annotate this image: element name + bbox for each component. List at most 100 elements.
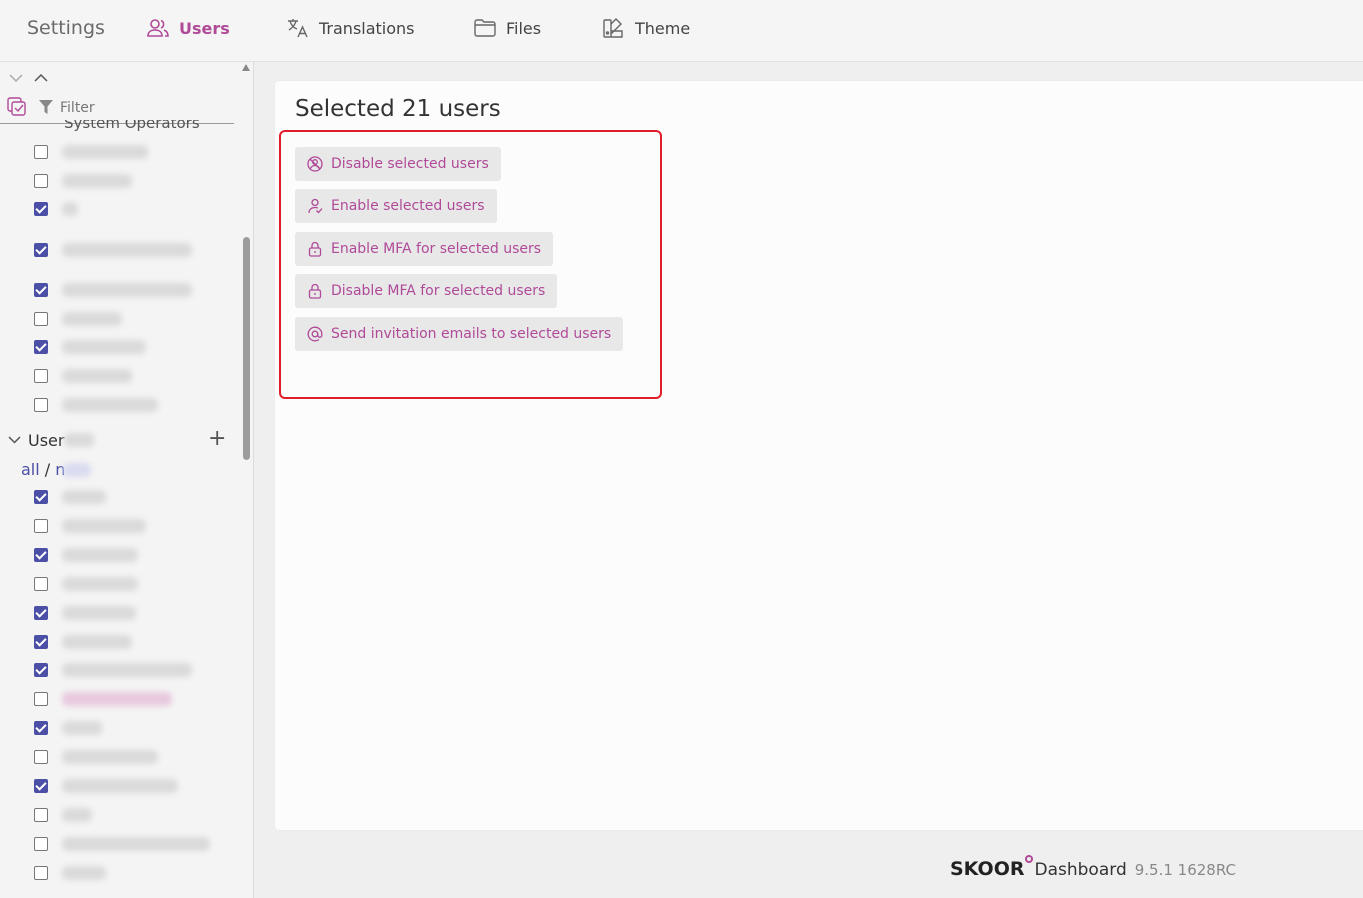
user-checkbox[interactable] (34, 808, 48, 822)
group-checkbox[interactable] (34, 283, 48, 297)
tab-files-label: Files (506, 18, 542, 38)
blurred-group-name (62, 312, 122, 326)
page-title: Settings (27, 17, 105, 39)
version-label: 9.5.1 1628RC (1134, 861, 1236, 879)
user-disable-icon (307, 156, 323, 172)
tab-files[interactable]: Files (474, 0, 541, 56)
user-checkbox[interactable] (34, 635, 48, 649)
disable-mfa-label: Disable MFA for selected users (331, 283, 546, 299)
blurred-user-name (62, 663, 192, 677)
user-checkbox[interactable] (34, 721, 48, 735)
blurred-user-name (62, 490, 106, 504)
filter-input[interactable] (60, 97, 230, 119)
blurred-user-name (62, 721, 102, 735)
select-all-icon[interactable] (7, 97, 27, 117)
folder-icon (474, 19, 496, 37)
tab-users-label: Users (179, 18, 230, 38)
blurred-user-name (62, 606, 136, 620)
brand-logo: SKOOR (950, 855, 1033, 880)
enable-selected-users-button[interactable]: Enable selected users (295, 189, 497, 223)
blurred-user-name (62, 866, 106, 880)
disable-selected-users-button[interactable]: Disable selected users (295, 147, 501, 181)
chevron-down-icon[interactable] (9, 74, 23, 83)
tab-users[interactable]: Users (147, 0, 230, 56)
blurred-group-name (62, 340, 146, 354)
blurred-group-name (62, 202, 78, 216)
user-checkbox[interactable] (34, 866, 48, 880)
blurred-group-name (62, 283, 192, 297)
user-checkbox[interactable] (34, 519, 48, 533)
send-invitation-label: Send invitation emails to selected users (331, 326, 612, 342)
sidebar: System Operators User + all / n (0, 62, 254, 898)
chevron-up-icon[interactable] (34, 73, 48, 82)
user-group-label: User (28, 431, 65, 450)
group-checkbox[interactable] (34, 340, 48, 354)
all-filter-link[interactable]: all / n (21, 460, 91, 479)
product-name: Dashboard (1034, 860, 1127, 880)
blurred-user-name (62, 635, 132, 649)
blurred-user-name (62, 577, 138, 591)
user-checkbox[interactable] (34, 577, 48, 591)
tab-translations-label: Translations (319, 18, 415, 38)
send-invitation-button[interactable]: Send invitation emails to selected users (295, 317, 624, 351)
blurred-group-name (62, 398, 158, 412)
translate-icon (288, 19, 308, 38)
group-checkbox[interactable] (34, 243, 48, 257)
user-checkbox[interactable] (34, 606, 48, 620)
user-checkbox[interactable] (34, 490, 48, 504)
blurred-count (64, 433, 94, 447)
lock-icon (308, 283, 322, 299)
at-icon (307, 326, 323, 342)
selection-title: Selected 21 users (295, 96, 501, 122)
blurred-user-name (62, 808, 92, 822)
group-checkbox[interactable] (34, 398, 48, 412)
user-checkbox[interactable] (34, 837, 48, 851)
scrollbar-thumb[interactable] (243, 237, 250, 460)
user-checkbox[interactable] (34, 692, 48, 706)
blurred-group-name (62, 145, 148, 159)
tab-theme[interactable]: Theme (603, 0, 690, 56)
chevron-down-icon[interactable] (8, 436, 21, 444)
sidebar-scrollbar[interactable] (240, 62, 253, 898)
filter-row (0, 92, 234, 124)
disable-mfa-button[interactable]: Disable MFA for selected users (295, 274, 558, 308)
enable-mfa-label: Enable MFA for selected users (331, 241, 542, 257)
brand-dot (1024, 855, 1033, 863)
blurred-user-name (62, 750, 158, 764)
enable-mfa-button[interactable]: Enable MFA for selected users (295, 232, 554, 266)
blurred-user-name (62, 519, 146, 533)
group-checkbox[interactable] (34, 369, 48, 383)
user-checkbox[interactable] (34, 663, 48, 677)
blurred-group-name (62, 174, 132, 188)
group-checkbox[interactable] (34, 312, 48, 326)
add-user-button[interactable]: + (208, 426, 226, 451)
user-checkbox[interactable] (34, 548, 48, 562)
group-checkbox[interactable] (34, 202, 48, 216)
users-icon (147, 19, 169, 37)
lock-open-icon (308, 241, 322, 257)
theme-icon (603, 18, 623, 38)
brand-name: SKOOR (950, 858, 1025, 880)
user-checkbox[interactable] (34, 750, 48, 764)
group-checkbox[interactable] (34, 174, 48, 188)
blurred-user-name (62, 837, 210, 851)
user-checkbox[interactable] (34, 779, 48, 793)
main-panel: Selected 21 users Disable selected users… (275, 81, 1363, 830)
enable-selected-users-label: Enable selected users (331, 198, 485, 214)
blurred-group-name (62, 369, 132, 383)
user-group-header: User + (0, 426, 234, 454)
filter-icon (39, 100, 53, 114)
scroll-up-arrow[interactable] (242, 64, 250, 71)
blurred-user-name (62, 548, 138, 562)
disable-selected-users-label: Disable selected users (331, 156, 489, 172)
tab-translations[interactable]: Translations (287, 0, 415, 56)
blurred-link (63, 463, 91, 477)
all-link[interactable]: all (21, 460, 40, 479)
footer-branding: SKOOR Dashboard 9.5.1 1628RC (950, 855, 1236, 880)
all-separator: / (39, 460, 56, 479)
tab-theme-label: Theme (635, 18, 691, 38)
user-enable-icon (308, 198, 323, 214)
top-navigation: Settings Users Translations Files Theme (0, 0, 1363, 62)
group-checkbox[interactable] (34, 145, 48, 159)
blurred-user-name (62, 779, 178, 793)
